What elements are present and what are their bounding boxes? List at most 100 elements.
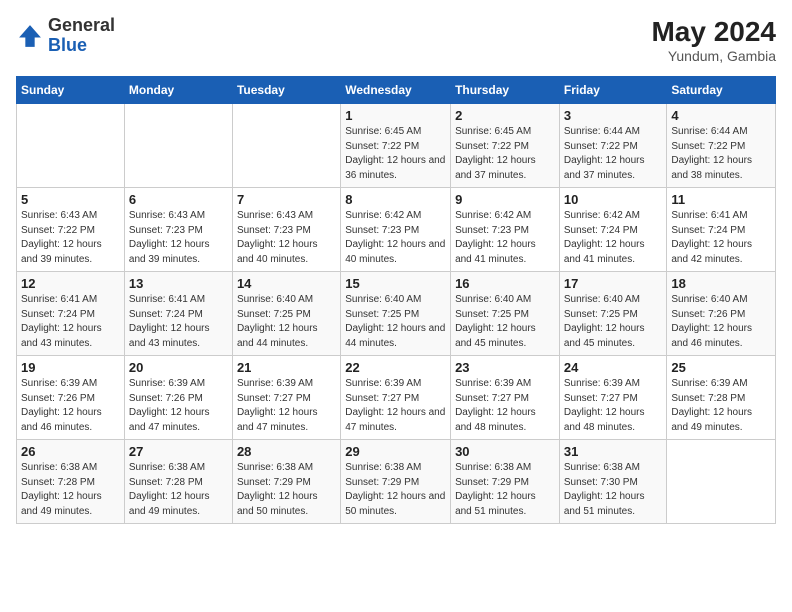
day-number: 28 [237,444,336,459]
day-number: 7 [237,192,336,207]
week-row-4: 19 Sunrise: 6:39 AM Sunset: 7:26 PM Dayli… [17,356,776,440]
day-cell: 31Sunrise: 6:38 AM Sunset: 7:30 PM Dayli… [559,440,667,524]
day-number: 4 [671,108,771,123]
calendar-table: SundayMondayTuesdayWednesdayThursdayFrid… [16,76,776,524]
day-cell: 9 Sunrise: 6:42 AM Sunset: 7:23 PM Daylig… [451,188,560,272]
day-info: Sunrise: 6:43 AM Sunset: 7:23 PM Dayligh… [129,209,228,267]
day-info: Sunrise: 6:39 AM Sunset: 7:28 PM Dayligh… [671,377,771,435]
day-cell: 12 Sunrise: 6:41 AM Sunset: 7:24 PM Dayli… [17,272,125,356]
day-cell: 10Sunrise: 6:42 AM Sunset: 7:24 PM Dayli… [559,188,667,272]
day-cell: 5 Sunrise: 6:43 AM Sunset: 7:22 PM Daylig… [17,188,125,272]
day-number: 21 [237,360,336,375]
day-cell: 15 Sunrise: 6:40 AM Sunset: 7:25 PM Dayli… [341,272,451,356]
day-cell: 4 Sunrise: 6:44 AM Sunset: 7:22 PM Daylig… [667,104,776,188]
day-cell: 19 Sunrise: 6:39 AM Sunset: 7:26 PM Dayli… [17,356,125,440]
day-info: Sunrise: 6:39 AM Sunset: 7:26 PM Dayligh… [21,377,120,435]
day-cell: 6 Sunrise: 6:43 AM Sunset: 7:23 PM Daylig… [124,188,232,272]
day-cell: 30 Sunrise: 6:38 AM Sunset: 7:29 PM Dayli… [451,440,560,524]
day-number: 11 [671,192,771,207]
day-cell: 18 Sunrise: 6:40 AM Sunset: 7:26 PM Dayli… [667,272,776,356]
location: Yundum, Gambia [651,48,776,64]
day-info: Sunrise: 6:39 AM Sunset: 7:27 PM Dayligh… [237,377,336,435]
week-row-5: 26Sunrise: 6:38 AM Sunset: 7:28 PM Dayli… [17,440,776,524]
day-number: 20 [129,360,228,375]
day-number: 13 [129,276,228,291]
day-cell: 21 Sunrise: 6:39 AM Sunset: 7:27 PM Dayli… [232,356,340,440]
day-number: 18 [671,276,771,291]
day-number: 12 [21,276,120,291]
day-number: 16 [455,276,555,291]
day-cell: 7 Sunrise: 6:43 AM Sunset: 7:23 PM Daylig… [232,188,340,272]
day-info: Sunrise: 6:43 AM Sunset: 7:22 PM Dayligh… [21,209,120,267]
day-info: Sunrise: 6:38 AM Sunset: 7:30 PM Dayligh… [564,461,663,519]
day-cell: 25 Sunrise: 6:39 AM Sunset: 7:28 PM Dayli… [667,356,776,440]
weekday-header-wednesday: Wednesday [341,77,451,104]
day-cell: 23 Sunrise: 6:39 AM Sunset: 7:27 PM Dayli… [451,356,560,440]
day-cell: 1 Sunrise: 6:45 AM Sunset: 7:22 PM Daylig… [341,104,451,188]
day-info: Sunrise: 6:40 AM Sunset: 7:25 PM Dayligh… [345,293,446,351]
day-info: Sunrise: 6:42 AM Sunset: 7:23 PM Dayligh… [455,209,555,267]
day-info: Sunrise: 6:45 AM Sunset: 7:22 PM Dayligh… [345,125,446,183]
day-number: 2 [455,108,555,123]
day-number: 30 [455,444,555,459]
page-header: General Blue May 2024 Yundum, Gambia [16,16,776,64]
day-info: Sunrise: 6:40 AM Sunset: 7:26 PM Dayligh… [671,293,771,351]
day-number: 27 [129,444,228,459]
day-number: 24 [564,360,663,375]
title-block: May 2024 Yundum, Gambia [651,16,776,64]
day-info: Sunrise: 6:39 AM Sunset: 7:27 PM Dayligh… [455,377,555,435]
day-cell [667,440,776,524]
day-info: Sunrise: 6:38 AM Sunset: 7:29 PM Dayligh… [455,461,555,519]
day-info: Sunrise: 6:38 AM Sunset: 7:28 PM Dayligh… [21,461,120,519]
day-info: Sunrise: 6:41 AM Sunset: 7:24 PM Dayligh… [129,293,228,351]
day-cell: 20Sunrise: 6:39 AM Sunset: 7:26 PM Dayli… [124,356,232,440]
day-number: 1 [345,108,446,123]
day-number: 3 [564,108,663,123]
day-info: Sunrise: 6:42 AM Sunset: 7:23 PM Dayligh… [345,209,446,267]
day-info: Sunrise: 6:44 AM Sunset: 7:22 PM Dayligh… [671,125,771,183]
day-number: 6 [129,192,228,207]
day-number: 15 [345,276,446,291]
day-cell [232,104,340,188]
day-number: 25 [671,360,771,375]
day-info: Sunrise: 6:38 AM Sunset: 7:29 PM Dayligh… [237,461,336,519]
day-cell: 28 Sunrise: 6:38 AM Sunset: 7:29 PM Dayli… [232,440,340,524]
day-cell: 13 Sunrise: 6:41 AM Sunset: 7:24 PM Dayli… [124,272,232,356]
day-info: Sunrise: 6:43 AM Sunset: 7:23 PM Dayligh… [237,209,336,267]
day-number: 17 [564,276,663,291]
day-info: Sunrise: 6:44 AM Sunset: 7:22 PM Dayligh… [564,125,663,183]
week-row-1: 1 Sunrise: 6:45 AM Sunset: 7:22 PM Daylig… [17,104,776,188]
day-number: 9 [455,192,555,207]
logo: General Blue [16,16,115,56]
day-number: 29 [345,444,446,459]
day-cell [17,104,125,188]
day-info: Sunrise: 6:41 AM Sunset: 7:24 PM Dayligh… [21,293,120,351]
week-row-2: 5 Sunrise: 6:43 AM Sunset: 7:22 PM Daylig… [17,188,776,272]
day-info: Sunrise: 6:42 AM Sunset: 7:24 PM Dayligh… [564,209,663,267]
day-number: 5 [21,192,120,207]
weekday-header-thursday: Thursday [451,77,560,104]
month-year: May 2024 [651,16,776,48]
day-info: Sunrise: 6:40 AM Sunset: 7:25 PM Dayligh… [455,293,555,351]
weekday-header-sunday: Sunday [17,77,125,104]
day-number: 14 [237,276,336,291]
day-info: Sunrise: 6:38 AM Sunset: 7:29 PM Dayligh… [345,461,446,519]
day-number: 8 [345,192,446,207]
day-cell: 16 Sunrise: 6:40 AM Sunset: 7:25 PM Dayli… [451,272,560,356]
day-cell: 22Sunrise: 6:39 AM Sunset: 7:27 PM Dayli… [341,356,451,440]
day-number: 23 [455,360,555,375]
weekday-header-friday: Friday [559,77,667,104]
day-cell: 2 Sunrise: 6:45 AM Sunset: 7:22 PM Daylig… [451,104,560,188]
day-info: Sunrise: 6:41 AM Sunset: 7:24 PM Dayligh… [671,209,771,267]
weekday-header-monday: Monday [124,77,232,104]
logo-text: General Blue [48,16,115,56]
day-info: Sunrise: 6:39 AM Sunset: 7:27 PM Dayligh… [345,377,446,435]
weekday-header-saturday: Saturday [667,77,776,104]
day-info: Sunrise: 6:45 AM Sunset: 7:22 PM Dayligh… [455,125,555,183]
day-info: Sunrise: 6:39 AM Sunset: 7:27 PM Dayligh… [564,377,663,435]
day-cell: 27 Sunrise: 6:38 AM Sunset: 7:28 PM Dayli… [124,440,232,524]
day-info: Sunrise: 6:40 AM Sunset: 7:25 PM Dayligh… [237,293,336,351]
day-number: 19 [21,360,120,375]
day-cell [124,104,232,188]
day-info: Sunrise: 6:38 AM Sunset: 7:28 PM Dayligh… [129,461,228,519]
